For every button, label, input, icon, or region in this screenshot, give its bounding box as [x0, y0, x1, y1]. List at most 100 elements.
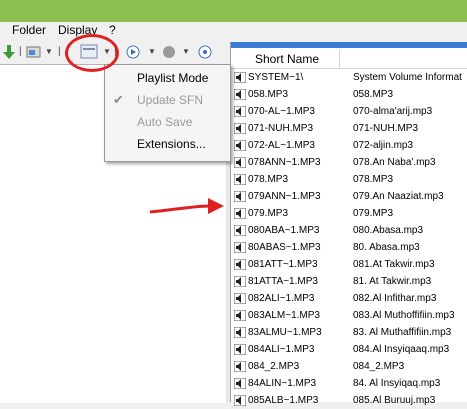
file-list-pane[interactable]: Short Name SYSTEM~1\ System Volume Inform…: [230, 42, 467, 406]
audio-file-icon: [234, 225, 246, 236]
audio-file-icon: [234, 89, 246, 100]
short-name-cell: 083ALM~1.MP3: [248, 310, 320, 321]
column-short-name[interactable]: Short Name: [255, 52, 319, 66]
audio-file-icon: [234, 106, 246, 117]
long-name-cell: System Volume Informat: [353, 72, 462, 83]
playlist-dropdown-chevron-icon[interactable]: ▼: [103, 43, 111, 59]
table-row[interactable]: 078.MP3 078.MP3: [231, 171, 467, 188]
short-name-cell: 078.MP3: [248, 174, 289, 185]
annotation-arrow-icon: [149, 198, 224, 214]
long-name-cell: 085.Al Buruuj.mp3: [353, 395, 436, 406]
short-name-cell: 83ALMU~1.MP3: [248, 327, 322, 338]
table-row[interactable]: 081ATT~1.MP3 081.At Takwir.mp3: [231, 256, 467, 273]
audio-file-icon: [234, 140, 246, 151]
short-name-cell: 071-NUH.MP3: [248, 123, 314, 134]
table-row[interactable]: 071-NUH.MP3 071-NUH.MP3: [231, 120, 467, 137]
table-row[interactable]: 084ALI~1.MP3 084.Al Insyiqaaq.mp3: [231, 341, 467, 358]
menu-item-update-sfn[interactable]: ✔ Update SFN: [105, 90, 230, 110]
table-row[interactable]: 085ALB~1.MP3 085.Al Buruuj.mp3: [231, 392, 467, 409]
audio-file-icon: [234, 395, 246, 406]
list-header: Short Name: [231, 50, 467, 69]
audio-file-icon: [234, 344, 246, 355]
table-row[interactable]: 080ABA~1.MP3 080.Abasa.mp3: [231, 222, 467, 239]
table-row[interactable]: 072-AL~1.MP3 072-aljin.mp3: [231, 137, 467, 154]
long-name-cell: 084.Al Insyiqaaq.mp3: [353, 344, 450, 355]
long-name-cell: 058.MP3: [353, 89, 394, 100]
audio-file-icon: [234, 157, 246, 168]
play-icon[interactable]: [126, 45, 140, 61]
menu-help[interactable]: ?: [109, 23, 116, 37]
long-name-cell: 81. At Takwir.mp3: [353, 276, 432, 287]
long-name-cell: 83. Al Muthaffifiin.mp3: [353, 327, 452, 338]
long-name-cell: 079.An Naaziat.mp3: [353, 191, 444, 202]
audio-file-icon: [234, 208, 246, 219]
short-name-cell: 84ALIN~1.MP3: [248, 378, 317, 389]
record-icon[interactable]: [162, 45, 176, 61]
audio-file-icon: [234, 259, 246, 270]
table-row[interactable]: SYSTEM~1\ System Volume Informat: [231, 69, 467, 86]
long-name-cell: 070-alma'arij.mp3: [353, 106, 433, 117]
table-row[interactable]: 84ALIN~1.MP3 84. Al Insyiqaq.mp3: [231, 375, 467, 392]
short-name-cell: 080ABA~1.MP3: [248, 225, 320, 236]
table-row[interactable]: 070-AL~1.MP3 070-alma'arij.mp3: [231, 103, 467, 120]
audio-file-icon: [234, 378, 246, 389]
column-divider[interactable]: [339, 50, 340, 68]
table-row[interactable]: 084_2.MP3 084_2.MP3: [231, 358, 467, 375]
menu-display[interactable]: Display: [58, 23, 97, 37]
download-icon[interactable]: [3, 44, 15, 60]
long-name-cell: 078.MP3: [353, 174, 394, 185]
long-name-cell: 082.Al Infithar.mp3: [353, 293, 437, 304]
play-dropdown-chevron-icon[interactable]: ▼: [148, 43, 156, 59]
checkmark-icon: ✔: [113, 92, 124, 107]
menu-folder[interactable]: Folder: [12, 23, 46, 37]
table-row[interactable]: 80ABAS~1.MP3 80. Abasa.mp3: [231, 239, 467, 256]
long-name-cell: 084_2.MP3: [353, 361, 405, 372]
table-row[interactable]: 083ALM~1.MP3 083.Al Muthoffifiin.mp3: [231, 307, 467, 324]
audio-file-icon: [234, 361, 246, 372]
long-name-cell: 071-NUH.MP3: [353, 123, 419, 134]
short-name-cell: 079ANN~1.MP3: [248, 191, 321, 202]
audio-file-icon: [234, 293, 246, 304]
folder-network-icon[interactable]: [26, 45, 42, 61]
audio-file-icon: [234, 123, 246, 134]
table-row[interactable]: 079ANN~1.MP3 079.An Naaziat.mp3: [231, 188, 467, 205]
long-name-cell: 080.Abasa.mp3: [353, 225, 424, 236]
audio-file-icon: [234, 191, 246, 202]
audio-file-icon: [234, 327, 246, 338]
short-name-cell: 81ATTA~1.MP3: [248, 276, 318, 287]
long-name-cell: 80. Abasa.mp3: [353, 242, 420, 253]
long-name-cell: 078.An Naba'.mp3: [353, 157, 436, 168]
table-row[interactable]: 81ATTA~1.MP3 81. At Takwir.mp3: [231, 273, 467, 290]
audio-file-icon: [234, 276, 246, 287]
audio-file-icon: [234, 310, 246, 321]
short-name-cell: 082ALI~1.MP3: [248, 293, 315, 304]
table-row[interactable]: 058.MP3 058.MP3: [231, 86, 467, 103]
short-name-cell: 80ABAS~1.MP3: [248, 242, 321, 253]
short-name-cell: 070-AL~1.MP3: [248, 106, 315, 117]
audio-file-icon: [234, 72, 246, 83]
short-name-cell: 072-AL~1.MP3: [248, 140, 315, 151]
toolbar-sep-1: |: [19, 45, 22, 57]
menu-item-auto-save[interactable]: Auto Save: [105, 112, 230, 132]
menu-item-extensions[interactable]: Extensions...: [105, 134, 230, 154]
short-name-cell: 078ANN~1.MP3: [248, 157, 321, 168]
long-name-cell: 081.At Takwir.mp3: [353, 259, 435, 270]
long-name-cell: 84. Al Insyiqaq.mp3: [353, 378, 441, 389]
table-row[interactable]: 082ALI~1.MP3 082.Al Infithar.mp3: [231, 290, 467, 307]
table-row[interactable]: 83ALMU~1.MP3 83. Al Muthaffifiin.mp3: [231, 324, 467, 341]
short-name-cell: 084ALI~1.MP3: [248, 344, 315, 355]
chevron-down-icon[interactable]: ▼: [45, 43, 53, 59]
short-name-cell: SYSTEM~1\: [248, 72, 304, 83]
playlist-view-icon[interactable]: [80, 44, 98, 60]
table-row[interactable]: 078ANN~1.MP3 078.An Naba'.mp3: [231, 154, 467, 171]
stop-icon[interactable]: [198, 45, 212, 61]
short-name-cell: 058.MP3: [248, 89, 289, 100]
table-row[interactable]: 079.MP3 079.MP3: [231, 205, 467, 222]
record-dropdown-chevron-icon[interactable]: ▼: [182, 43, 190, 59]
long-name-cell: 083.Al Muthoffifiin.mp3: [353, 310, 455, 321]
menu-item-playlist-mode[interactable]: Playlist Mode: [105, 68, 230, 88]
audio-file-icon: [234, 174, 246, 185]
toolbar-sep-3: |: [114, 45, 117, 57]
short-name-cell: 085ALB~1.MP3: [248, 395, 319, 406]
audio-file-icon: [234, 242, 246, 253]
